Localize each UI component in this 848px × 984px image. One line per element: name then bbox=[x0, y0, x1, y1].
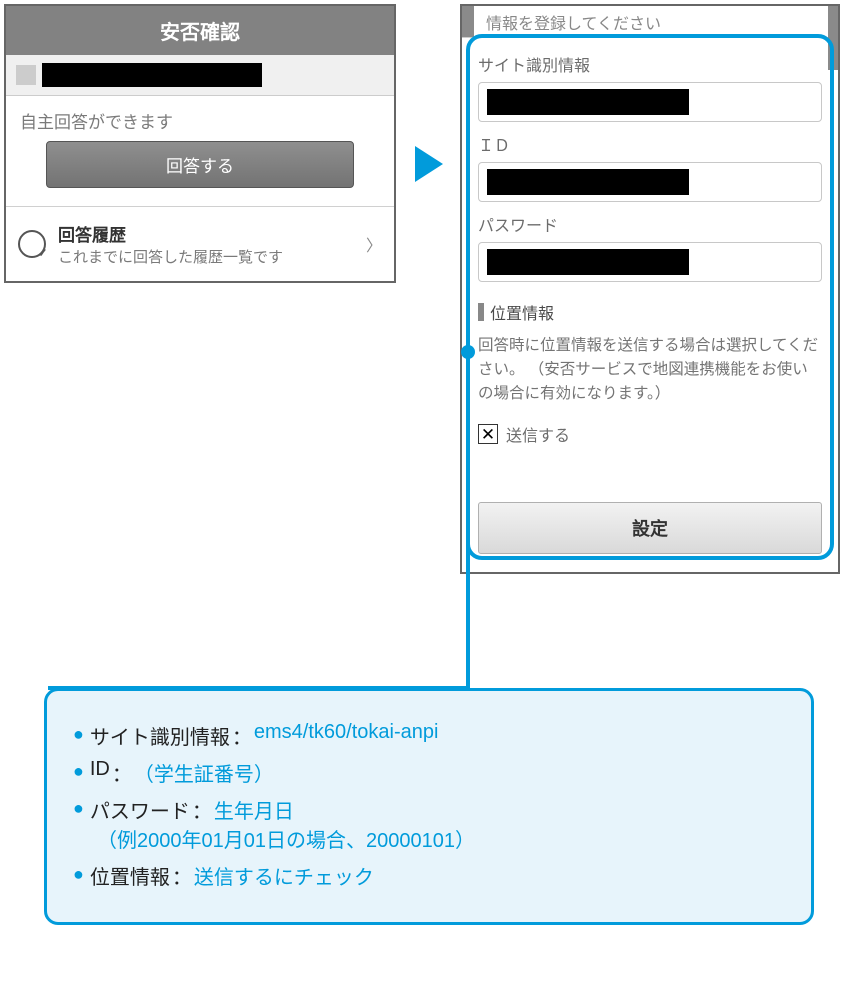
location-header-text: 位置情報 bbox=[490, 300, 554, 324]
callout-value: 生年月日 bbox=[214, 795, 294, 824]
bullet-icon: ● bbox=[73, 795, 84, 822]
callout-value: 送信するにチェック bbox=[194, 861, 374, 890]
arrow-right-icon bbox=[415, 146, 443, 182]
topbar-text: 情報を登録してください bbox=[486, 10, 661, 34]
callout-list: ● サイト識別情報 ： ems4/tk60/tokai-anpi ● ID ： … bbox=[73, 721, 785, 890]
history-icon bbox=[18, 230, 46, 258]
location-description: 回答時に位置情報を送信する場合は選択してください。 （安否サービスで地図連携機能… bbox=[478, 334, 822, 406]
id-input[interactable] bbox=[478, 162, 822, 202]
safety-confirmation-panel: 安否確認 自主回答ができます 回答する 回答履歴 これまでに回答した履歴一覧です… bbox=[4, 4, 396, 283]
self-answer-message: 自主回答ができます bbox=[6, 96, 394, 135]
site-id-redacted bbox=[487, 89, 689, 115]
id-redacted bbox=[487, 169, 689, 195]
connector-vertical bbox=[466, 350, 470, 690]
send-checkbox-row[interactable]: ✕ 送信する bbox=[478, 422, 822, 446]
topbar: 情報を登録してください bbox=[462, 6, 838, 38]
callout-box: ● サイト識別情報 ： ems4/tk60/tokai-anpi ● ID ： … bbox=[44, 688, 814, 925]
callout-key: パスワード bbox=[90, 795, 190, 824]
site-id-input[interactable] bbox=[478, 82, 822, 122]
bullet-icon: ● bbox=[73, 758, 84, 785]
location-section-header: 位置情報 bbox=[478, 300, 822, 324]
password-redacted bbox=[487, 249, 689, 275]
callout-key: サイト識別情報 bbox=[90, 721, 230, 750]
password-label: パスワード bbox=[478, 212, 822, 236]
connector-horizontal bbox=[48, 686, 470, 690]
gray-stub-left bbox=[462, 6, 474, 37]
callout-sub: （例2000年01月01日の場合、20000101） bbox=[97, 824, 785, 853]
history-title: 回答履歴 bbox=[58, 221, 366, 246]
history-row[interactable]: 回答履歴 これまでに回答した履歴一覧です 〉 bbox=[6, 206, 394, 281]
registration-panel: 情報を登録してください サイト識別情報 ＩＤ パスワード 位置情報 回答時に位置… bbox=[460, 4, 840, 574]
callout-value: （学生証番号） bbox=[134, 758, 274, 787]
callout-key: 位置情報 bbox=[90, 861, 170, 890]
site-id-label: サイト識別情報 bbox=[478, 52, 822, 76]
settings-button[interactable]: 設定 bbox=[478, 502, 822, 554]
user-row bbox=[6, 55, 394, 96]
id-label: ＩＤ bbox=[478, 132, 822, 156]
section-tick-icon bbox=[478, 303, 484, 321]
user-name-redacted bbox=[42, 63, 262, 87]
panel-header: 安否確認 bbox=[6, 6, 394, 55]
answer-button[interactable]: 回答する bbox=[46, 141, 354, 188]
person-icon bbox=[16, 65, 36, 85]
callout-key: ID bbox=[90, 758, 110, 781]
bullet-icon: ● bbox=[73, 861, 84, 888]
chevron-right-icon: 〉 bbox=[366, 232, 382, 256]
callout-value: ems4/tk60/tokai-anpi bbox=[254, 721, 439, 744]
send-checkbox-label: 送信する bbox=[506, 422, 570, 446]
callout-item-password: ● パスワード ： 生年月日 （例2000年01月01日の場合、20000101… bbox=[73, 795, 785, 853]
callout-item-site: ● サイト識別情報 ： ems4/tk60/tokai-anpi bbox=[73, 721, 785, 750]
password-input[interactable] bbox=[478, 242, 822, 282]
connector-dot bbox=[461, 345, 475, 359]
callout-item-id: ● ID ： （学生証番号） bbox=[73, 758, 785, 787]
history-description: これまでに回答した履歴一覧です bbox=[58, 246, 366, 267]
callout-item-location: ● 位置情報 ： 送信するにチェック bbox=[73, 861, 785, 890]
send-checkbox[interactable]: ✕ bbox=[478, 424, 498, 444]
bullet-icon: ● bbox=[73, 721, 84, 748]
